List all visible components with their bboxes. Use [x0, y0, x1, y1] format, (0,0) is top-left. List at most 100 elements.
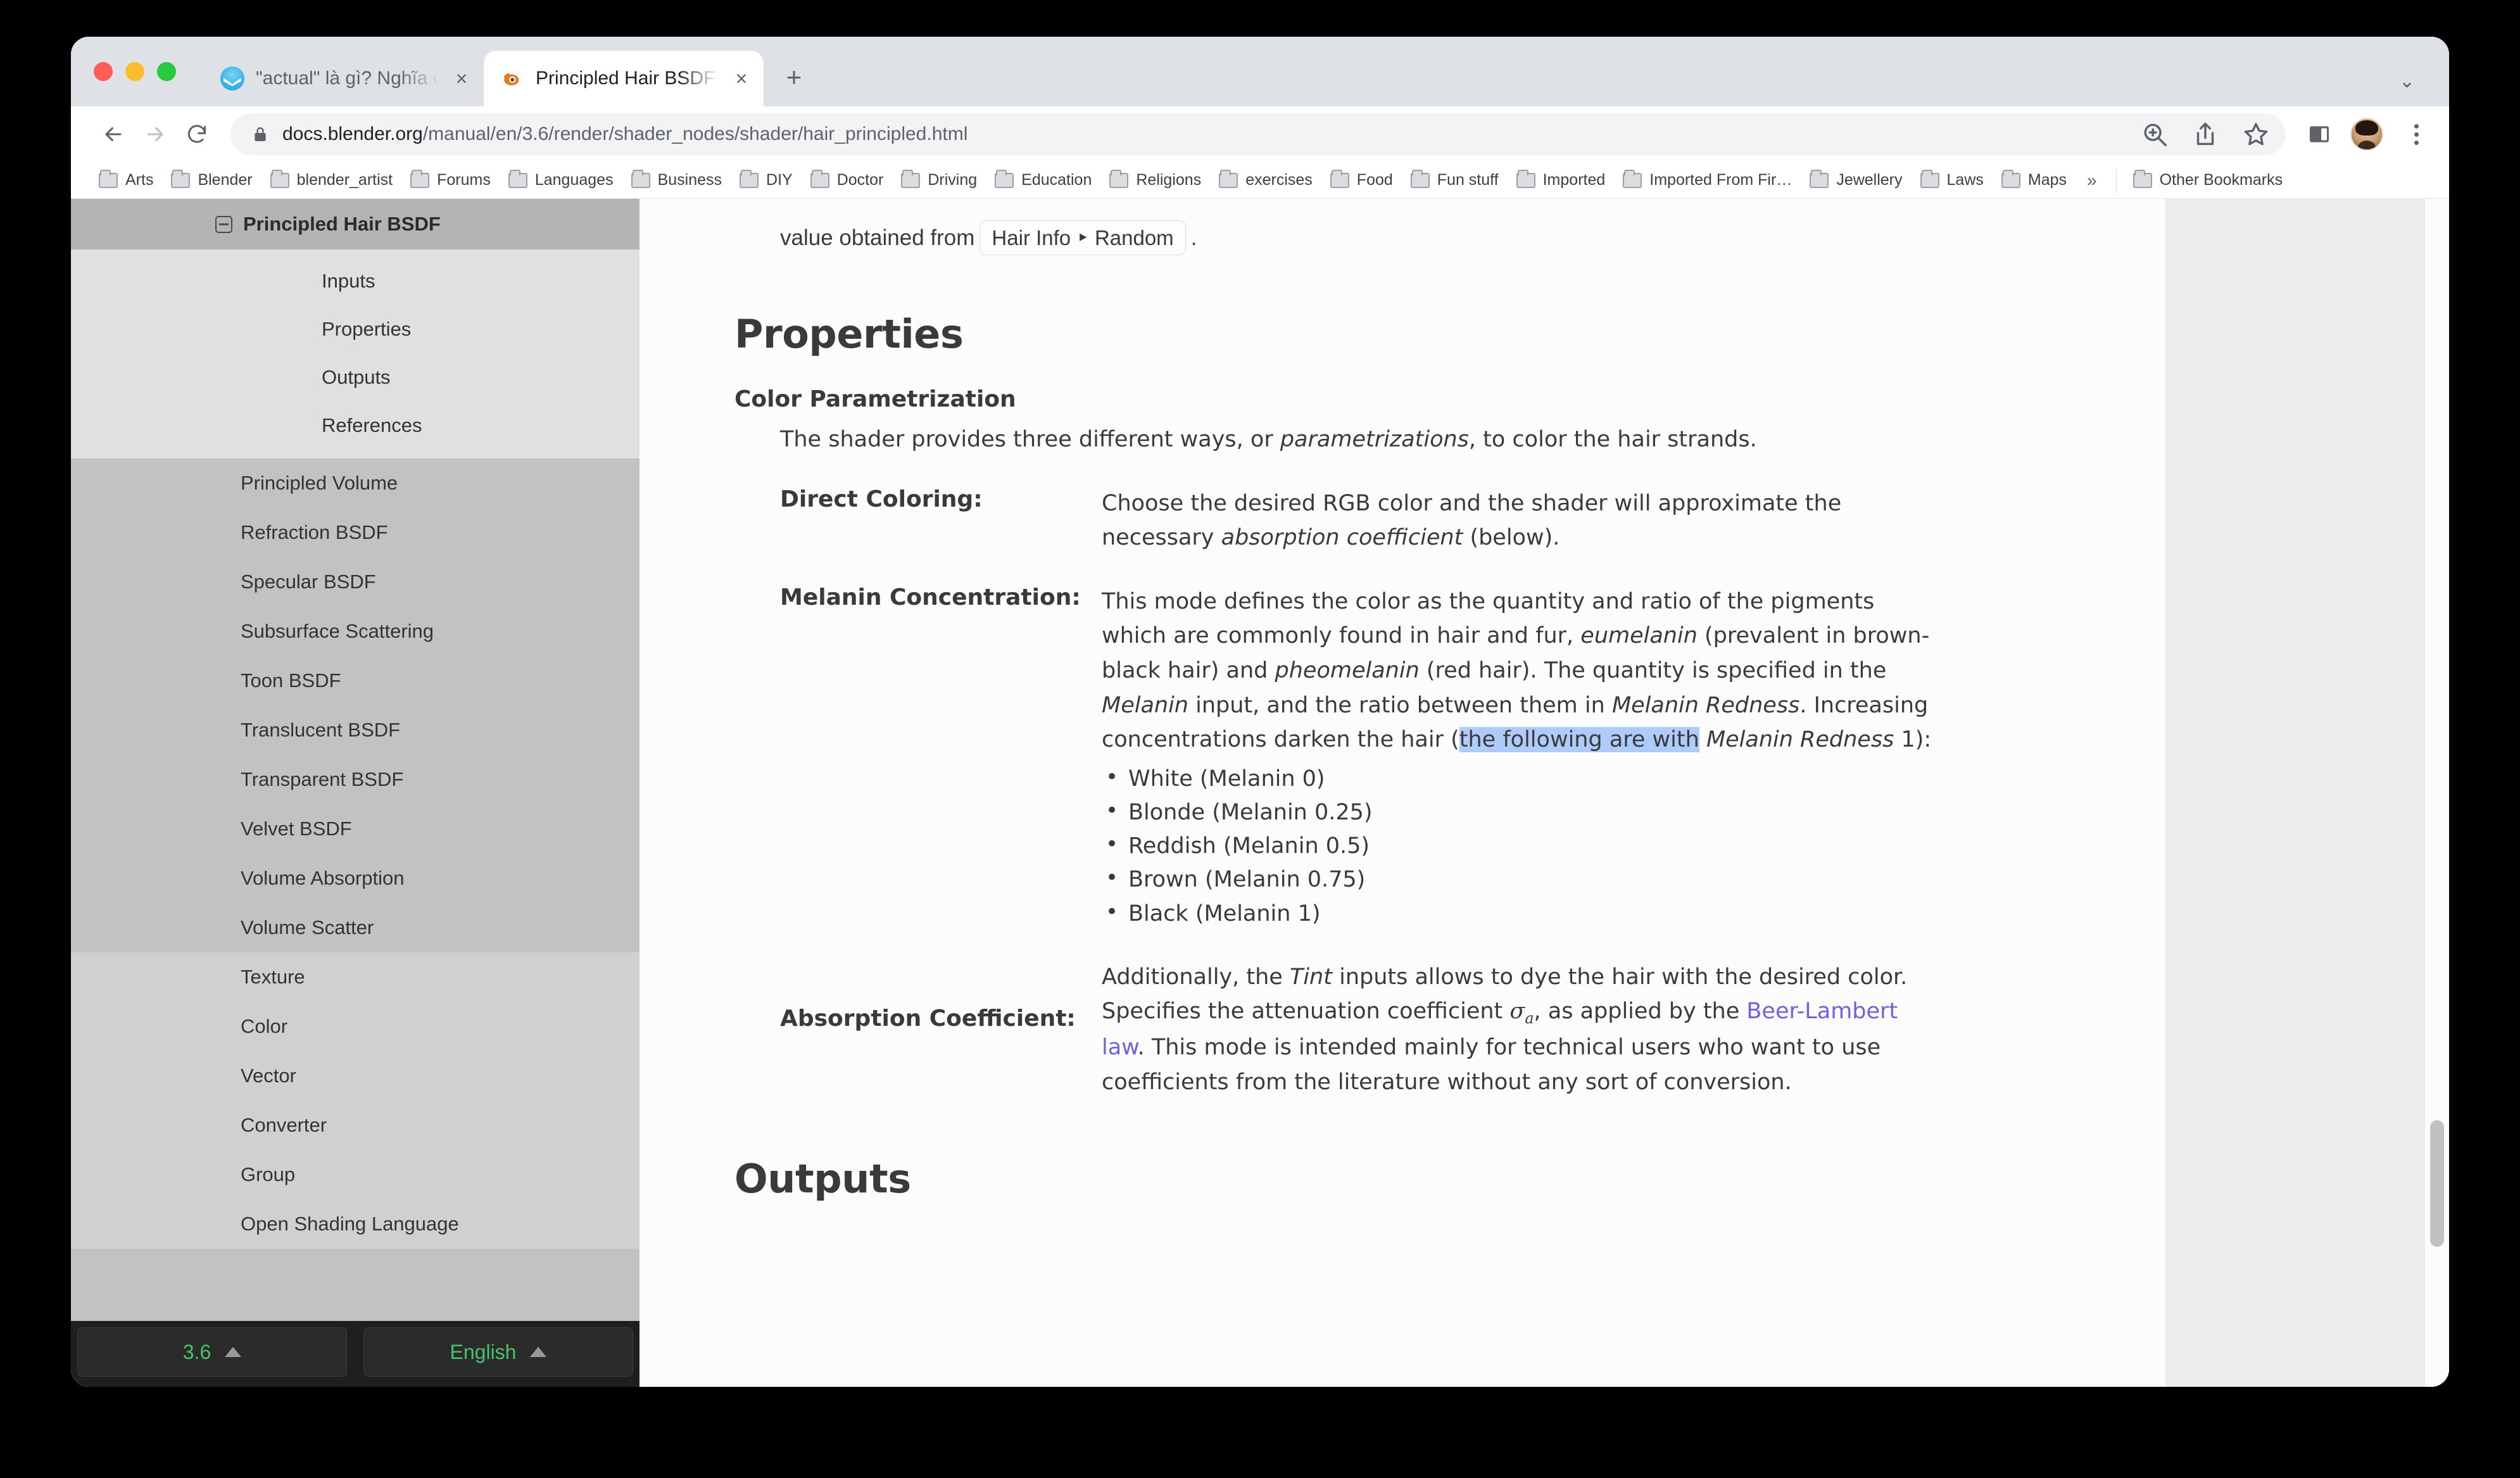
scrollbar-thumb[interactable]: [2430, 1120, 2444, 1247]
sidebar-item-transparent-bsdf[interactable]: Transparent BSDF: [71, 755, 639, 804]
bookmark-item[interactable]: Laws: [1912, 166, 1993, 195]
sidebar-item-vector[interactable]: Vector: [71, 1051, 639, 1101]
close-tab-icon[interactable]: ×: [448, 65, 475, 92]
browser-tab-2[interactable]: Principled Hair BSDF — Blender ×: [484, 51, 764, 106]
desc-post: , to color the hair strands.: [1468, 427, 1757, 452]
version-selector[interactable]: 3.6: [77, 1327, 347, 1377]
back-icon[interactable]: [92, 113, 134, 155]
document-content: value obtained from Hair Info ‣ Random .…: [639, 199, 2165, 1202]
toolbar-right-actions: [2307, 118, 2430, 151]
bookmark-label: Driving: [928, 171, 978, 189]
sidebar-item-velvet-bsdf[interactable]: Velvet BSDF: [71, 804, 639, 854]
url-text: docs.blender.org/manual/en/3.6/render/sh…: [282, 123, 2140, 145]
bookmarks-overflow-icon[interactable]: »: [2076, 170, 2108, 191]
zoom-in-icon[interactable]: [2140, 120, 2169, 149]
bookmark-item[interactable]: Forums: [401, 166, 500, 195]
bookmark-item[interactable]: Driving: [892, 166, 986, 195]
tail-post: inputs allows to dye the hair with the d…: [1332, 964, 1908, 990]
address-bar[interactable]: docs.blender.org/manual/en/3.6/render/sh…: [230, 113, 2286, 155]
bookmark-label: Food: [1356, 171, 1393, 189]
bookmark-item[interactable]: DIY: [731, 166, 802, 195]
sidebar-item-inputs[interactable]: Inputs: [71, 257, 639, 305]
page-scrollbar[interactable]: [2425, 199, 2449, 1387]
sidebar-item-color[interactable]: Color: [71, 1002, 639, 1051]
sidebar-scroll-area[interactable]: Principled Hair BSDF Inputs Properties O…: [71, 199, 639, 1321]
bookmark-item[interactable]: Education: [986, 166, 1100, 195]
new-tab-button[interactable]: +: [774, 57, 814, 98]
language-selector[interactable]: English: [363, 1327, 633, 1377]
collapse-toggle-icon[interactable]: [215, 215, 232, 233]
bookmark-label: blender_artist: [296, 171, 393, 189]
line3-post: (red hair). The quantity is specified in…: [1419, 657, 1887, 683]
other-bookmarks-item[interactable]: Other Bookmarks: [2124, 166, 2292, 195]
bookmark-item[interactable]: Blender: [162, 166, 261, 195]
beer-lambert-link-part1[interactable]: Beer-Lambert: [1746, 999, 1898, 1024]
share-icon[interactable]: [2191, 120, 2220, 149]
close-tab-icon[interactable]: ×: [728, 65, 755, 92]
bookmark-item[interactable]: Food: [1321, 166, 1402, 195]
document-body: value obtained from Hair Info ‣ Random .…: [639, 199, 2165, 1387]
bookmark-item[interactable]: Religions: [1100, 166, 1210, 195]
direct-coloring-row: Direct Coloring: Choose the desired RGB …: [734, 486, 2089, 555]
tab-title: "actual" là gì? Nghĩa của từ actual: [256, 68, 439, 89]
bookmark-item[interactable]: blender_artist: [261, 166, 401, 195]
melanin-line1: This mode defines the color as the quant…: [1102, 588, 1875, 614]
bookmark-item[interactable]: Maps: [1993, 166, 2076, 195]
folder-icon: [1810, 169, 1829, 188]
sidebar-item-properties[interactable]: Properties: [71, 305, 639, 353]
bookmark-item[interactable]: Doctor: [802, 166, 893, 195]
three-dots-icon[interactable]: [2402, 123, 2430, 145]
blender-favicon-icon: [500, 66, 524, 91]
sidebar-item-group[interactable]: Group: [71, 1150, 639, 1199]
bookmark-item[interactable]: Jewellery: [1801, 166, 1911, 195]
sidebar-item-toon-bsdf[interactable]: Toon BSDF: [71, 656, 639, 705]
bookmark-label: Jewellery: [1836, 171, 1903, 189]
bookmark-item[interactable]: Fun stuff: [1402, 166, 1508, 195]
chevron-down-icon[interactable]: ⌄: [2399, 70, 2415, 92]
bookmark-item[interactable]: Languages: [500, 166, 622, 195]
star-icon[interactable]: [2241, 120, 2271, 149]
sidebar-item-converter[interactable]: Converter: [71, 1101, 639, 1150]
sidebar-item-volume-scatter[interactable]: Volume Scatter: [71, 903, 639, 952]
bookmark-label: Languages: [534, 171, 614, 189]
sidebar-siblings: Principled Volume Refraction BSDF Specul…: [71, 458, 639, 952]
sidebar-item-volume-absorption[interactable]: Volume Absorption: [71, 854, 639, 903]
sidebar-item-texture[interactable]: Texture: [71, 952, 639, 1002]
minimize-window-button[interactable]: [125, 62, 144, 81]
line5-post: 1):: [1894, 727, 1932, 753]
other-bookmarks-label: Other Bookmarks: [2159, 171, 2283, 189]
bookmarks-bar: Arts Blender blender_artist Forums Langu…: [71, 162, 2449, 199]
close-window-button[interactable]: [94, 62, 113, 81]
sidebar-item-principled-volume[interactable]: Principled Volume: [71, 458, 639, 508]
bookmark-item[interactable]: Imported From Fir…: [1614, 166, 1801, 195]
line2-post: . This mode is intended mainly for techn…: [1137, 1035, 1881, 1061]
hair-info-random-ref[interactable]: Hair Info ‣ Random: [980, 220, 1186, 255]
line2-pre: which are commonly found in hair and fur…: [1102, 623, 1581, 649]
reload-icon[interactable]: [176, 113, 218, 155]
sidebar-item-subsurface-scattering[interactable]: Subsurface Scattering: [71, 607, 639, 656]
sidebar-item-references[interactable]: References: [71, 401, 639, 450]
sidebar-item-outputs[interactable]: Outputs: [71, 353, 639, 401]
sidebar-item-open-shading-language[interactable]: Open Shading Language: [71, 1199, 639, 1249]
folder-icon: [1109, 169, 1129, 188]
sidebar-item-refraction-bsdf[interactable]: Refraction BSDF: [71, 508, 639, 557]
beer-lambert-link-part2[interactable]: law: [1102, 1035, 1138, 1060]
line4-mid: input, and the ratio between them in: [1188, 692, 1612, 718]
bookmark-label: Doctor: [836, 171, 884, 189]
tint-emphasis: Tint: [1289, 964, 1332, 990]
sidebar-item-principled-hair-bsdf[interactable]: Principled Hair BSDF: [71, 199, 639, 249]
studyvn-favicon-icon: [220, 66, 244, 91]
bookmark-item[interactable]: Imported: [1508, 166, 1615, 195]
maximize-window-button[interactable]: [157, 62, 176, 81]
docs-sidebar: Principled Hair BSDF Inputs Properties O…: [71, 199, 639, 1387]
avatar[interactable]: [2350, 118, 2383, 151]
bookmark-item[interactable]: Arts: [90, 166, 162, 195]
bookmark-item[interactable]: Business: [622, 166, 731, 195]
sidebar-item-translucent-bsdf[interactable]: Translucent BSDF: [71, 705, 639, 755]
forward-icon[interactable]: [134, 113, 176, 155]
side-panel-icon[interactable]: [2307, 122, 2331, 146]
browser-tab-1[interactable]: "actual" là gì? Nghĩa của từ actual ×: [204, 51, 484, 106]
bookmark-item[interactable]: exercises: [1210, 166, 1321, 195]
properties-heading: Properties: [734, 311, 964, 357]
sidebar-item-specular-bsdf[interactable]: Specular BSDF: [71, 557, 639, 607]
